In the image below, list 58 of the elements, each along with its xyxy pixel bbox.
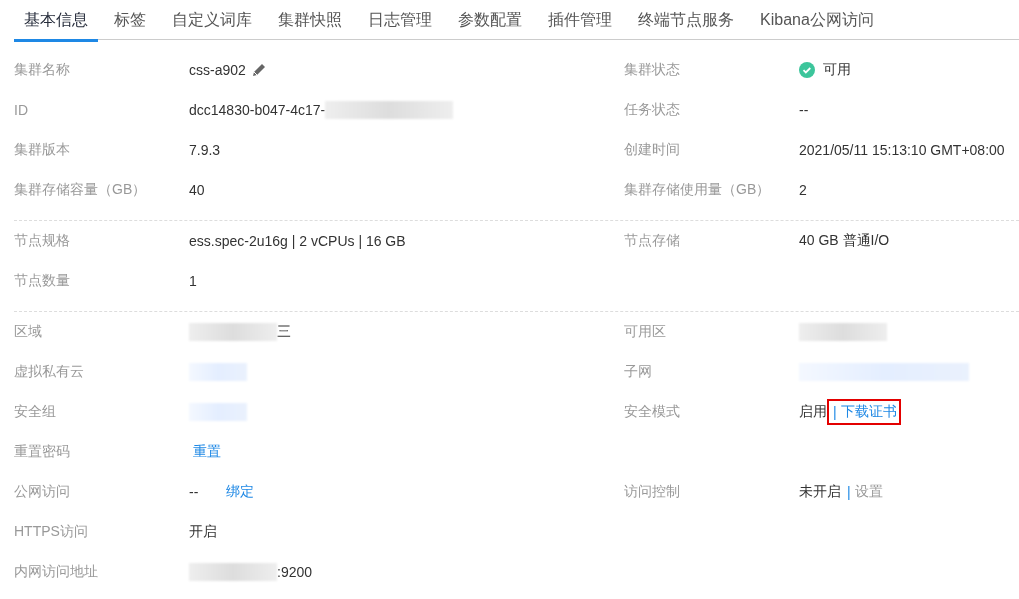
link[interactable]: 重置 — [193, 443, 221, 461]
redacted-area — [189, 363, 247, 381]
value-text: 2 — [799, 182, 807, 198]
value-text: :9200 — [277, 564, 313, 580]
value-text: css-a902 — [189, 62, 246, 78]
field-label: 节点存储 — [624, 232, 681, 250]
value-text: 2021/05/11 15:13:10 GMT+08:00 — [799, 142, 1005, 158]
redacted-area — [189, 403, 247, 421]
value-text: ess.spec-2u16g | 2 vCPUs | 16 GB — [189, 233, 406, 249]
value-text: 1 — [189, 273, 197, 289]
field-label: 虚拟私有云 — [14, 363, 85, 381]
link[interactable]: 绑定 — [226, 483, 255, 501]
field-label: 集群存储使用量（GB） — [624, 181, 772, 199]
field-label: 安全组 — [14, 403, 57, 421]
field-label: 安全模式 — [624, 403, 681, 421]
tab[interactable]: Kibana公网访问 — [760, 0, 874, 42]
tab[interactable]: 基本信息 — [14, 0, 98, 42]
field-label: 集群存储容量（GB） — [14, 181, 148, 199]
field-label: 任务状态 — [624, 101, 681, 119]
field-label: 集群版本 — [14, 141, 71, 159]
field-label: 节点数量 — [14, 272, 71, 290]
value-text: dcc14830-b047-4c17- — [189, 102, 326, 118]
field-label: 节点规格 — [14, 232, 71, 250]
field-label: 集群名称 — [14, 61, 71, 79]
field-label: 创建时间 — [624, 141, 681, 159]
value-text: -- — [799, 102, 809, 118]
tab[interactable]: 插件管理 — [548, 0, 612, 42]
field-label: 公网访问 — [14, 483, 71, 501]
separator-text: | — [833, 404, 837, 420]
value-text: 未开启 — [799, 483, 841, 501]
value-text: 40 — [189, 182, 205, 198]
field-label: 区域 — [14, 323, 43, 341]
check-icon — [799, 62, 815, 78]
field-label: 访问控制 — [624, 483, 681, 501]
link: 设置 — [854, 483, 883, 501]
value-text: 启用 — [799, 403, 827, 421]
value-text: 三 — [277, 323, 291, 341]
value-text: 开启 — [189, 523, 217, 541]
tab[interactable]: 自定义词库 — [172, 0, 252, 42]
tab[interactable]: 日志管理 — [368, 0, 432, 42]
tab[interactable]: 终端节点服务 — [638, 0, 734, 42]
field-label: 重置密码 — [14, 443, 71, 461]
tab[interactable]: 集群快照 — [278, 0, 342, 42]
status-text: 可用 — [823, 61, 851, 79]
link[interactable]: 下载证书 — [840, 403, 897, 421]
field-label: 集群状态 — [624, 61, 681, 79]
field-label: HTTPS访问 — [14, 523, 89, 541]
tab[interactable]: 标签 — [114, 0, 146, 42]
value-text: 40 GB 普通I/O — [799, 232, 890, 250]
tab[interactable]: 参数配置 — [458, 0, 522, 42]
value-text: 7.9.3 — [189, 142, 221, 158]
edit-icon[interactable] — [250, 62, 267, 78]
separator-text: | — [847, 484, 851, 500]
field-label: 内网访问地址 — [14, 563, 99, 581]
field-label: 可用区 — [624, 323, 667, 341]
field-label: 子网 — [624, 363, 653, 381]
field-label: ID — [14, 102, 29, 118]
value-text: -- — [189, 484, 199, 500]
